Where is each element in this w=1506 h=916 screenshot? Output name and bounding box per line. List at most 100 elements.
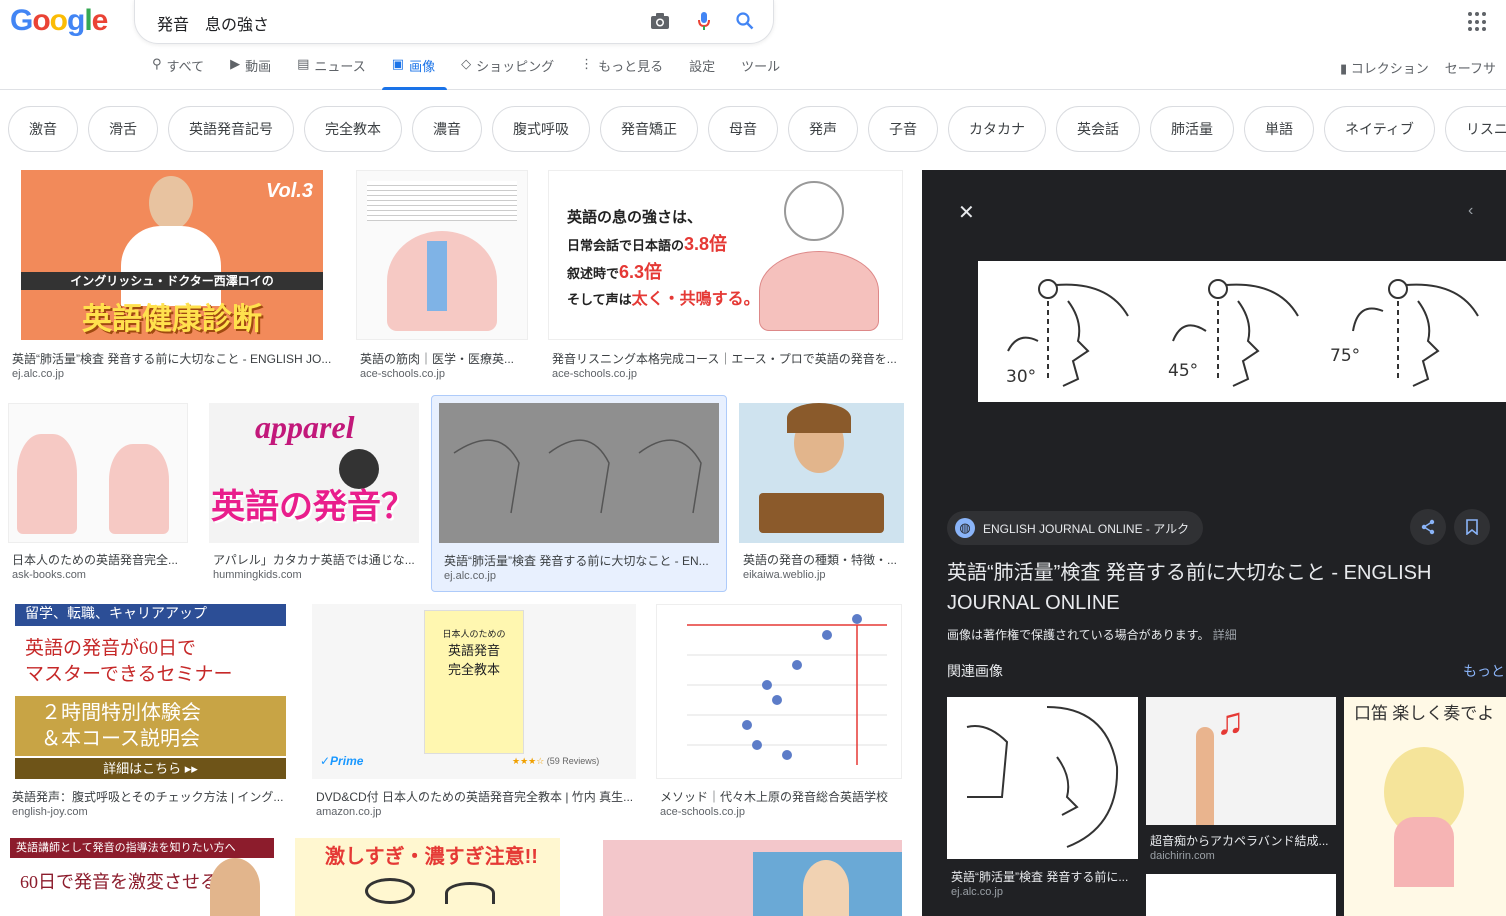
chip[interactable]: リスニング [1444,106,1506,152]
book-cover: 日本人のための 英語発音 完全教本 [424,610,524,754]
image-result[interactable]: 英語講師として発音の指導法を知りたい方へ 60日で発音を激変させる [10,838,276,916]
image-result[interactable]: 日本人のための英語発音完全... ask-books.com [8,403,190,588]
related-thumbnail[interactable] [1146,874,1336,916]
image-result[interactable]: 留学、転職、キャリアアップ 英語の発音が60日で マスターできるセミナー ２時間特… [12,604,302,819]
chip[interactable]: 母音 [708,106,778,152]
chip[interactable]: 濃音 [412,106,482,152]
seminar-header: 留学、転職、キャリアアップ [15,604,286,626]
tab-videos[interactable]: ▶ 動画 [230,56,283,90]
related-caption[interactable]: 英語“肺活量”検査 発音する前に... [951,868,1138,885]
tab-shopping[interactable]: ◇ ショッピング [461,56,566,90]
mic-icon[interactable] [691,8,717,34]
chip[interactable]: 発音矯正 [600,106,698,152]
angle-label: 30° [1006,367,1036,387]
result-thumbnail[interactable]: 激しすぎ・濃すぎ注意!! [295,838,560,916]
chevron-left-icon[interactable]: ‹ [1468,202,1473,220]
result-thumbnail[interactable]: Vol.3 イングリッシュ・ドクター西澤ロイの 英語健康診断 [21,170,323,340]
breath-angle-figure: 30° 45° 75° [1006,279,1479,387]
tab-more[interactable]: ⋮ もっと見る [580,56,675,90]
image-result[interactable]: Vol.3 イングリッシュ・ドクター西澤ロイの 英語健康診断 英語“肺活量”検査… [12,170,332,385]
related-image[interactable]: ♫ 超音痴からアカペラバンド結成... daichirin.com [1146,697,1336,916]
related-thumbnail[interactable] [947,697,1138,859]
chip[interactable]: ネイティブ [1324,106,1435,152]
preview-title[interactable]: 英語“肺活量”検査 発音する前に大切なこと - ENGLISH JOURNAL … [947,558,1506,618]
related-image[interactable]: 英語“肺活量”検査 発音する前に... ej.alc.co.jp [947,697,1138,916]
image-result[interactable]: 英語の発音の種類・特徴・... eikaiwa.weblio.jp [739,403,907,588]
play-icon: ▶ [230,56,241,71]
teacher-title: 60日で発音を激変させる [20,872,218,892]
breath-angle-figure [453,439,702,514]
chip[interactable]: 腹式呼吸 [492,106,590,152]
related-thumbnail[interactable]: ♫ [1146,697,1336,825]
close-icon[interactable]: ✕ [958,200,975,225]
result-caption[interactable]: 発音リスニング本格完成コース｜エース・プロで英語の発音を... [552,350,904,367]
apps-grid-icon[interactable] [1468,12,1488,32]
image-result[interactable]: 英語の息の強さは、 日常会話で日本語の3.8倍 叙述時で6.3倍 そして声は太く… [548,170,908,385]
result-thumbnail[interactable] [603,840,902,916]
bookmark-icon: ▮ [1340,61,1351,76]
result-caption[interactable]: 英語の発音の種類・特徴・... [743,551,907,568]
image-result[interactable]: apparel 英語の発音？ アパレル」カタカナ英語では通じな... hummi… [209,403,421,588]
tab-news[interactable]: ▤ ニュース [297,56,378,90]
safesearch-link[interactable]: セーフサ [1445,58,1496,77]
bookmark-icon[interactable] [1454,509,1490,545]
result-caption[interactable]: DVD&CD付 日本人のための英語発音完全教本 | 竹内 真生... [316,788,638,805]
result-caption[interactable]: アパレル」カタカナ英語では通じな... [213,551,419,568]
tab-tools[interactable]: ツール [741,56,792,90]
related-chips: 激音 滑舌 英語発音記号 完全教本 濃音 腹式呼吸 発音矯正 母音 発声 子音 … [8,106,1506,152]
seminar-more: 詳細はこちら ▸▸ [15,758,286,779]
result-thumbnail[interactable]: 日本人のための 英語発音 完全教本 ✓Prime ★★★☆ (59 Reviews) [312,604,636,779]
result-caption[interactable]: 英語“肺活量”検査 発音する前に大切なこと - ENGLISH JO... [12,350,332,367]
result-caption[interactable]: 英語発声：腹式呼吸とそのチェック方法 | イング... [12,788,300,805]
result-thumbnail[interactable] [356,170,528,340]
image-result[interactable]: 英語の筋肉｜医学・医療英... ace-schools.co.jp [356,170,536,385]
google-logo[interactable]: Google [10,4,108,38]
result-caption[interactable]: 英語の筋肉｜医学・医療英... [360,350,530,367]
chip[interactable]: 発声 [788,106,858,152]
result-thumbnail[interactable]: 留学、転職、キャリアアップ 英語の発音が60日で マスターできるセミナー ２時間特… [15,604,286,779]
related-caption: 口笛 楽しく奏でよ [1354,704,1495,723]
image-result[interactable]: 日本人のための 英語発音 完全教本 ✓Prime ★★★☆ (59 Reviews)… [312,604,642,819]
result-thumbnail[interactable]: 英語の息の強さは、 日常会話で日本語の3.8倍 叙述時で6.3倍 そして声は太く… [548,170,903,340]
share-icon[interactable] [1410,509,1446,545]
camera-icon[interactable] [647,8,673,34]
apparel-word: apparel [255,409,355,445]
result-caption[interactable]: 英語“肺活量”検査 発音する前に大切なこと - EN... [444,552,724,569]
image-result-selected[interactable]: 英語“肺活量”検査 発音する前に大切なこと - EN... ej.alc.co.… [431,395,727,592]
chip[interactable]: 子音 [868,106,938,152]
details-link[interactable]: 詳細 [1213,628,1237,642]
chip[interactable]: 激音 [8,106,78,152]
image-result[interactable] [603,840,903,916]
result-thumbnail[interactable]: 英語講師として発音の指導法を知りたい方へ 60日で発音を激変させる [10,838,274,916]
preview-image[interactable]: 30° 45° 75° [978,261,1506,402]
image-result[interactable]: メソッド｜代々木上原の発音総合英語学校 ace-schools.co.jp [656,604,906,819]
search-icon[interactable] [732,8,758,34]
tab-all[interactable]: ⚲ すべて [152,56,216,90]
result-thumbnail[interactable] [439,403,719,543]
chip[interactable]: 滑舌 [88,106,158,152]
more-link[interactable]: もっと [1463,661,1505,681]
related-caption[interactable]: 超音痴からアカペラバンド結成... [1150,832,1336,849]
search-input[interactable]: 発音 息の強さ [157,11,269,35]
chip[interactable]: 単語 [1244,106,1314,152]
result-thumbnail[interactable] [739,403,904,543]
language-chart-figure [687,614,887,765]
tab-settings[interactable]: 設定 [689,56,727,90]
result-thumbnail[interactable] [656,604,902,779]
chip[interactable]: 完全教本 [304,106,402,152]
tab-images[interactable]: ▣ 画像 [381,56,448,90]
related-image[interactable]: 口笛 楽しく奏でよ [1344,697,1506,916]
image-result[interactable]: 激しすぎ・濃すぎ注意!! [295,838,565,916]
chip[interactable]: 英会話 [1056,106,1140,152]
chip[interactable]: 英語発音記号 [168,106,294,152]
collections-link[interactable]: ▮ コレクション [1340,58,1429,77]
result-caption[interactable]: 日本人のための英語発音完全... [12,551,188,568]
result-thumbnail[interactable]: apparel 英語の発音？ [209,403,419,543]
chip[interactable]: 肺活量 [1150,106,1234,152]
search-box[interactable]: 発音 息の強さ [134,0,774,44]
source-site-chip[interactable]: ◍ ENGLISH JOURNAL ONLINE - アルク [947,511,1204,545]
chip[interactable]: カタカナ [948,106,1046,152]
related-thumbnail[interactable]: 口笛 楽しく奏でよ [1344,697,1506,916]
result-thumbnail[interactable] [8,403,188,543]
result-caption[interactable]: メソッド｜代々木上原の発音総合英語学校 [660,788,906,805]
